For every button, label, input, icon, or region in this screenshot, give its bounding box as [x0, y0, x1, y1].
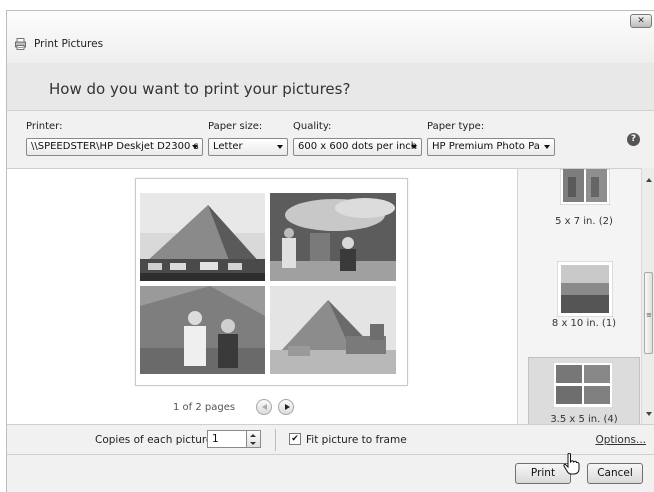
hand-cursor-icon: [563, 453, 580, 475]
chevron-down-icon: [192, 145, 198, 149]
scroll-down-icon[interactable]: [646, 412, 652, 416]
paper-type-select-value: HP Premium Photo Pa: [432, 141, 540, 152]
printer-select[interactable]: \\SPEEDSTER\HP Deskjet D2300 s: [26, 138, 203, 156]
window-title: Print Pictures: [34, 38, 104, 50]
scroll-thumb[interactable]: ≡: [644, 272, 653, 354]
scroll-up-icon[interactable]: [646, 178, 652, 182]
layout-label: 8 x 10 in. (1): [551, 318, 617, 329]
printer-label: Printer:: [26, 121, 63, 132]
checkmark-icon: ✔: [291, 434, 299, 444]
previous-page-button[interactable]: [256, 399, 272, 415]
layout-thumbnail-8x10: [557, 261, 613, 317]
layout-thumbnail-5x7: [560, 169, 610, 205]
paper-size-select-value: Letter: [213, 141, 243, 152]
photo-pyramid-with-buses: [140, 193, 265, 281]
photo-people-at-pyramid: [140, 286, 265, 374]
cancel-button[interactable]: Cancel: [587, 463, 643, 484]
arrow-left-icon: [261, 404, 267, 410]
spin-up-icon[interactable]: [250, 434, 256, 437]
copies-spinner[interactable]: [247, 430, 261, 448]
arrow-right-icon: [284, 404, 290, 410]
photo-people-with-sphinx: [270, 193, 396, 281]
paper-type-select[interactable]: HP Premium Photo Pa: [427, 138, 555, 156]
photo-pyramid-with-sphinx: [270, 286, 396, 374]
title-bar: Print Pictures ✕: [7, 11, 654, 63]
chevron-down-icon: [277, 145, 283, 149]
print-settings-row: Printer: \\SPEEDSTER\HP Deskjet D2300 s …: [7, 112, 654, 168]
layout-label: 5 x 7 in. (2): [555, 216, 613, 227]
close-icon: ✕: [637, 16, 645, 26]
chevron-down-icon: [544, 145, 550, 149]
next-page-button[interactable]: [278, 399, 294, 415]
layout-item-3-5x5[interactable]: 3.5 x 5 in. (4): [528, 357, 640, 424]
layout-item-5x7[interactable]: 5 x 7 in. (2): [528, 169, 640, 247]
layout-list: 5 x 7 in. (2) 8 x 10 in. (1) 3.5 x 5 in.…: [517, 168, 641, 424]
layout-item-8x10[interactable]: 8 x 10 in. (1): [528, 252, 640, 330]
action-row: Print Cancel: [7, 454, 654, 492]
layout-thumbnail-3-5x5: [553, 362, 613, 408]
header-question: How do you want to print your pictures?: [49, 80, 351, 98]
divider: [275, 429, 276, 451]
page-indicator: 1 of 2 pages: [173, 402, 236, 413]
grip-icon: ≡: [646, 311, 652, 319]
fit-picture-checkbox[interactable]: ✔: [289, 433, 301, 445]
copies-label: Copies of each picture:: [95, 434, 216, 446]
help-icon[interactable]: ?: [627, 133, 640, 146]
paper-type-label: Paper type:: [427, 121, 485, 132]
printer-select-value: \\SPEEDSTER\HP Deskjet D2300 s: [31, 141, 199, 152]
quality-label: Quality:: [293, 121, 332, 132]
preview-page: [135, 178, 408, 386]
dialog-header: How do you want to print your pictures?: [7, 63, 654, 111]
copies-input[interactable]: 1: [207, 430, 247, 448]
preview-area: 1 of 2 pages: [7, 168, 517, 424]
chevron-down-icon: [411, 145, 417, 149]
paper-size-select[interactable]: Letter: [208, 138, 288, 156]
layout-scrollbar[interactable]: ≡: [641, 168, 654, 424]
layout-label: 3.5 x 5 in. (4): [550, 414, 618, 424]
copies-row: Copies of each picture: 1 ✔ Fit picture …: [7, 424, 654, 454]
quality-select[interactable]: 600 x 600 dots per inch: [293, 138, 422, 156]
options-link[interactable]: Options...: [595, 434, 646, 446]
spin-down-icon[interactable]: [250, 442, 256, 445]
quality-select-value: 600 x 600 dots per inch: [298, 141, 418, 152]
paper-size-label: Paper size:: [208, 121, 263, 132]
fit-picture-label: Fit picture to frame: [306, 434, 407, 446]
printer-icon: [15, 38, 26, 50]
close-button[interactable]: ✕: [630, 14, 652, 28]
print-pictures-dialog: Print Pictures ✕ How do you want to prin…: [6, 10, 654, 492]
